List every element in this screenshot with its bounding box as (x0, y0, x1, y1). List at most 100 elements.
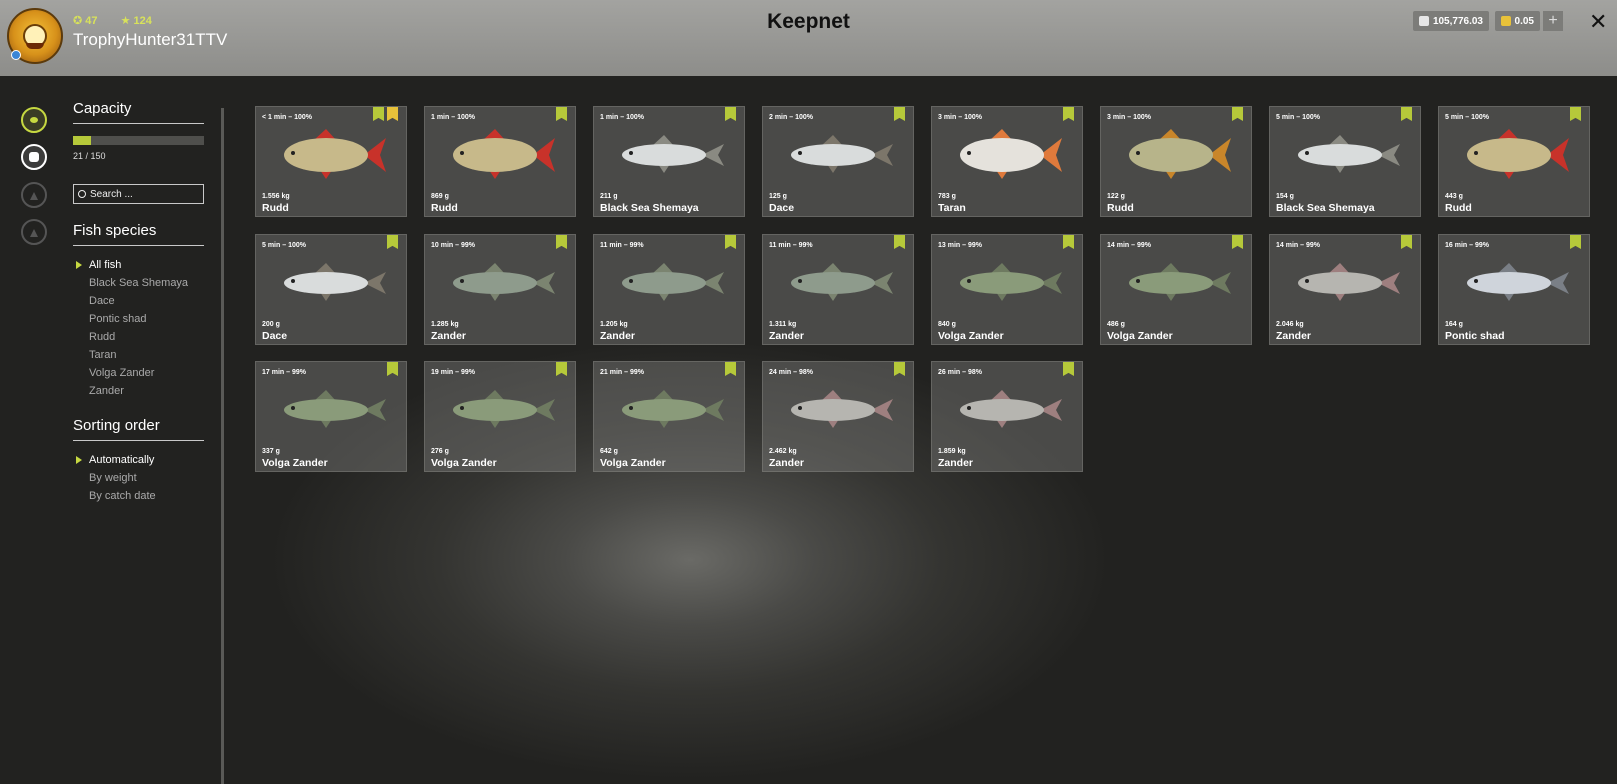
fish-name: Zander (431, 330, 467, 342)
catch-time-quality: 1 min – 100% (431, 114, 475, 121)
fish-image (791, 390, 893, 428)
fish-name: Volga Zander (1107, 330, 1173, 342)
checked-bookmark-icon (373, 107, 384, 121)
fish-name: Rudd (431, 202, 458, 214)
species-item[interactable]: Taran (73, 346, 204, 364)
catch-time-quality: 10 min – 99% (431, 242, 475, 249)
silver-coin-icon (1419, 16, 1429, 26)
species-item[interactable]: All fish (73, 256, 204, 274)
fish-image (960, 390, 1062, 428)
home-tab-icon[interactable] (21, 219, 47, 245)
fish-name: Dace (769, 202, 795, 214)
fish-card[interactable]: 21 min – 99% 642 g Volga Zander (593, 361, 745, 472)
catch-time-quality: 17 min – 99% (262, 369, 306, 376)
fish-card[interactable]: 14 min – 99% 2.046 kg Zander (1269, 234, 1421, 345)
species-item[interactable]: Volga Zander (73, 364, 204, 382)
sorting-item[interactable]: Automatically (73, 451, 204, 469)
top-bar: ✪ 47 ★ 124 TrophyHunter31TTV Keepnet 105… (0, 0, 1617, 76)
fish-image (284, 263, 386, 301)
fish-image (453, 263, 555, 301)
species-item[interactable]: Pontic shad (73, 310, 204, 328)
sorting-item[interactable]: By catch date (73, 487, 204, 505)
species-item[interactable]: Dace (73, 292, 204, 310)
fish-name: Rudd (1107, 202, 1134, 214)
gold-balance[interactable]: 0.05 (1495, 11, 1540, 31)
fish-weight: 642 g (600, 448, 618, 455)
fish-card[interactable]: 24 min – 98% 2.462 kg Zander (762, 361, 914, 472)
species-item[interactable]: Rudd (73, 328, 204, 346)
catch-time-quality: 1 min – 100% (600, 114, 644, 121)
fish-bag-tab-icon[interactable] (21, 144, 47, 170)
close-icon[interactable]: ✕ (1589, 9, 1607, 35)
checked-bookmark-icon (556, 235, 567, 249)
fish-weight: 1.556 kg (262, 193, 290, 200)
keepnet-tab-icon[interactable] (21, 107, 47, 133)
fish-weight: 164 g (1445, 321, 1463, 328)
species-item[interactable]: Zander (73, 382, 204, 400)
species-list: All fish Black Sea Shemaya Dace Pontic shad… (73, 256, 204, 400)
fish-name: Dace (262, 330, 288, 342)
checked-bookmark-icon (387, 235, 398, 249)
fish-weight: 125 g (769, 193, 787, 200)
catch-time-quality: 2 min – 100% (769, 114, 813, 121)
checked-bookmark-icon (894, 107, 905, 121)
checked-bookmark-icon (1570, 235, 1581, 249)
fish-image (284, 129, 386, 179)
fish-name: Rudd (262, 202, 289, 214)
fish-weight: 2.046 kg (1276, 321, 1304, 328)
catch-time-quality: 14 min – 99% (1107, 242, 1151, 249)
sorting-title: Sorting order (73, 417, 204, 441)
fish-card[interactable]: 14 min – 99% 486 g Volga Zander (1100, 234, 1252, 345)
fish-card[interactable]: < 1 min – 100% 1.556 kg Rudd (255, 106, 407, 217)
checked-bookmark-icon (894, 362, 905, 376)
fish-card[interactable]: 5 min – 100% 200 g Dace (255, 234, 407, 345)
capacity-title: Capacity (73, 100, 204, 124)
fish-name: Zander (769, 330, 805, 342)
sorting-list: Automatically By weight By catch date (73, 451, 204, 505)
fish-card[interactable]: 19 min – 99% 276 g Volga Zander (424, 361, 576, 472)
species-title: Fish species (73, 222, 204, 246)
fish-card[interactable]: 10 min – 99% 1.285 kg Zander (424, 234, 576, 345)
catch-time-quality: 5 min – 100% (262, 242, 306, 249)
fish-card[interactable]: 1 min – 100% 869 g Rudd (424, 106, 576, 217)
fish-card[interactable]: 5 min – 100% 443 g Rudd (1438, 106, 1590, 217)
sorting-item[interactable]: By weight (73, 469, 204, 487)
species-item[interactable]: Black Sea Shemaya (73, 274, 204, 292)
catch-time-quality: 21 min – 99% (600, 369, 644, 376)
fish-image (960, 263, 1062, 301)
catch-time-quality: 11 min – 99% (769, 242, 813, 249)
catch-time-quality: 26 min – 98% (938, 369, 982, 376)
fish-card[interactable]: 26 min – 98% 1.859 kg Zander (931, 361, 1083, 472)
fish-name: Pontic shad (1445, 330, 1505, 342)
checked-bookmark-icon (556, 362, 567, 376)
checked-bookmark-icon (725, 235, 736, 249)
fish-card[interactable]: 1 min – 100% 211 g Black Sea Shemaya (593, 106, 745, 217)
fish-card[interactable]: 3 min – 100% 783 g Taran (931, 106, 1083, 217)
search-icon (78, 190, 86, 198)
checked-bookmark-icon (1063, 107, 1074, 121)
fish-weight: 122 g (1107, 193, 1125, 200)
checked-bookmark-icon (1570, 107, 1581, 121)
fish-card[interactable]: 16 min – 99% 164 g Pontic shad (1438, 234, 1590, 345)
gold-coin-icon (1501, 16, 1511, 26)
catch-time-quality: 11 min – 99% (600, 242, 644, 249)
fish-card[interactable]: 11 min – 99% 1.311 kg Zander (762, 234, 914, 345)
checked-bookmark-icon (1063, 362, 1074, 376)
fish-card[interactable]: 2 min – 100% 125 g Dace (762, 106, 914, 217)
catch-time-quality: 19 min – 99% (431, 369, 475, 376)
fish-card[interactable]: 13 min – 99% 840 g Volga Zander (931, 234, 1083, 345)
fish-name: Black Sea Shemaya (600, 202, 699, 214)
search-input[interactable]: Search ... (73, 184, 204, 204)
fish-card[interactable]: 11 min – 99% 1.205 kg Zander (593, 234, 745, 345)
fish-card[interactable]: 17 min – 99% 337 g Volga Zander (255, 361, 407, 472)
camp-tab-icon[interactable] (21, 182, 47, 208)
silver-balance[interactable]: 105,776.03 (1413, 11, 1489, 31)
add-funds-button[interactable]: + (1543, 11, 1563, 31)
fish-weight: 1.311 kg (769, 321, 797, 328)
fish-name: Zander (1276, 330, 1312, 342)
catch-time-quality: 13 min – 99% (938, 242, 982, 249)
fish-card[interactable]: 3 min – 100% 122 g Rudd (1100, 106, 1252, 217)
checked-bookmark-icon (894, 235, 905, 249)
fish-card[interactable]: 5 min – 100% 154 g Black Sea Shemaya (1269, 106, 1421, 217)
capacity-count: 21 / 150 (73, 151, 106, 161)
